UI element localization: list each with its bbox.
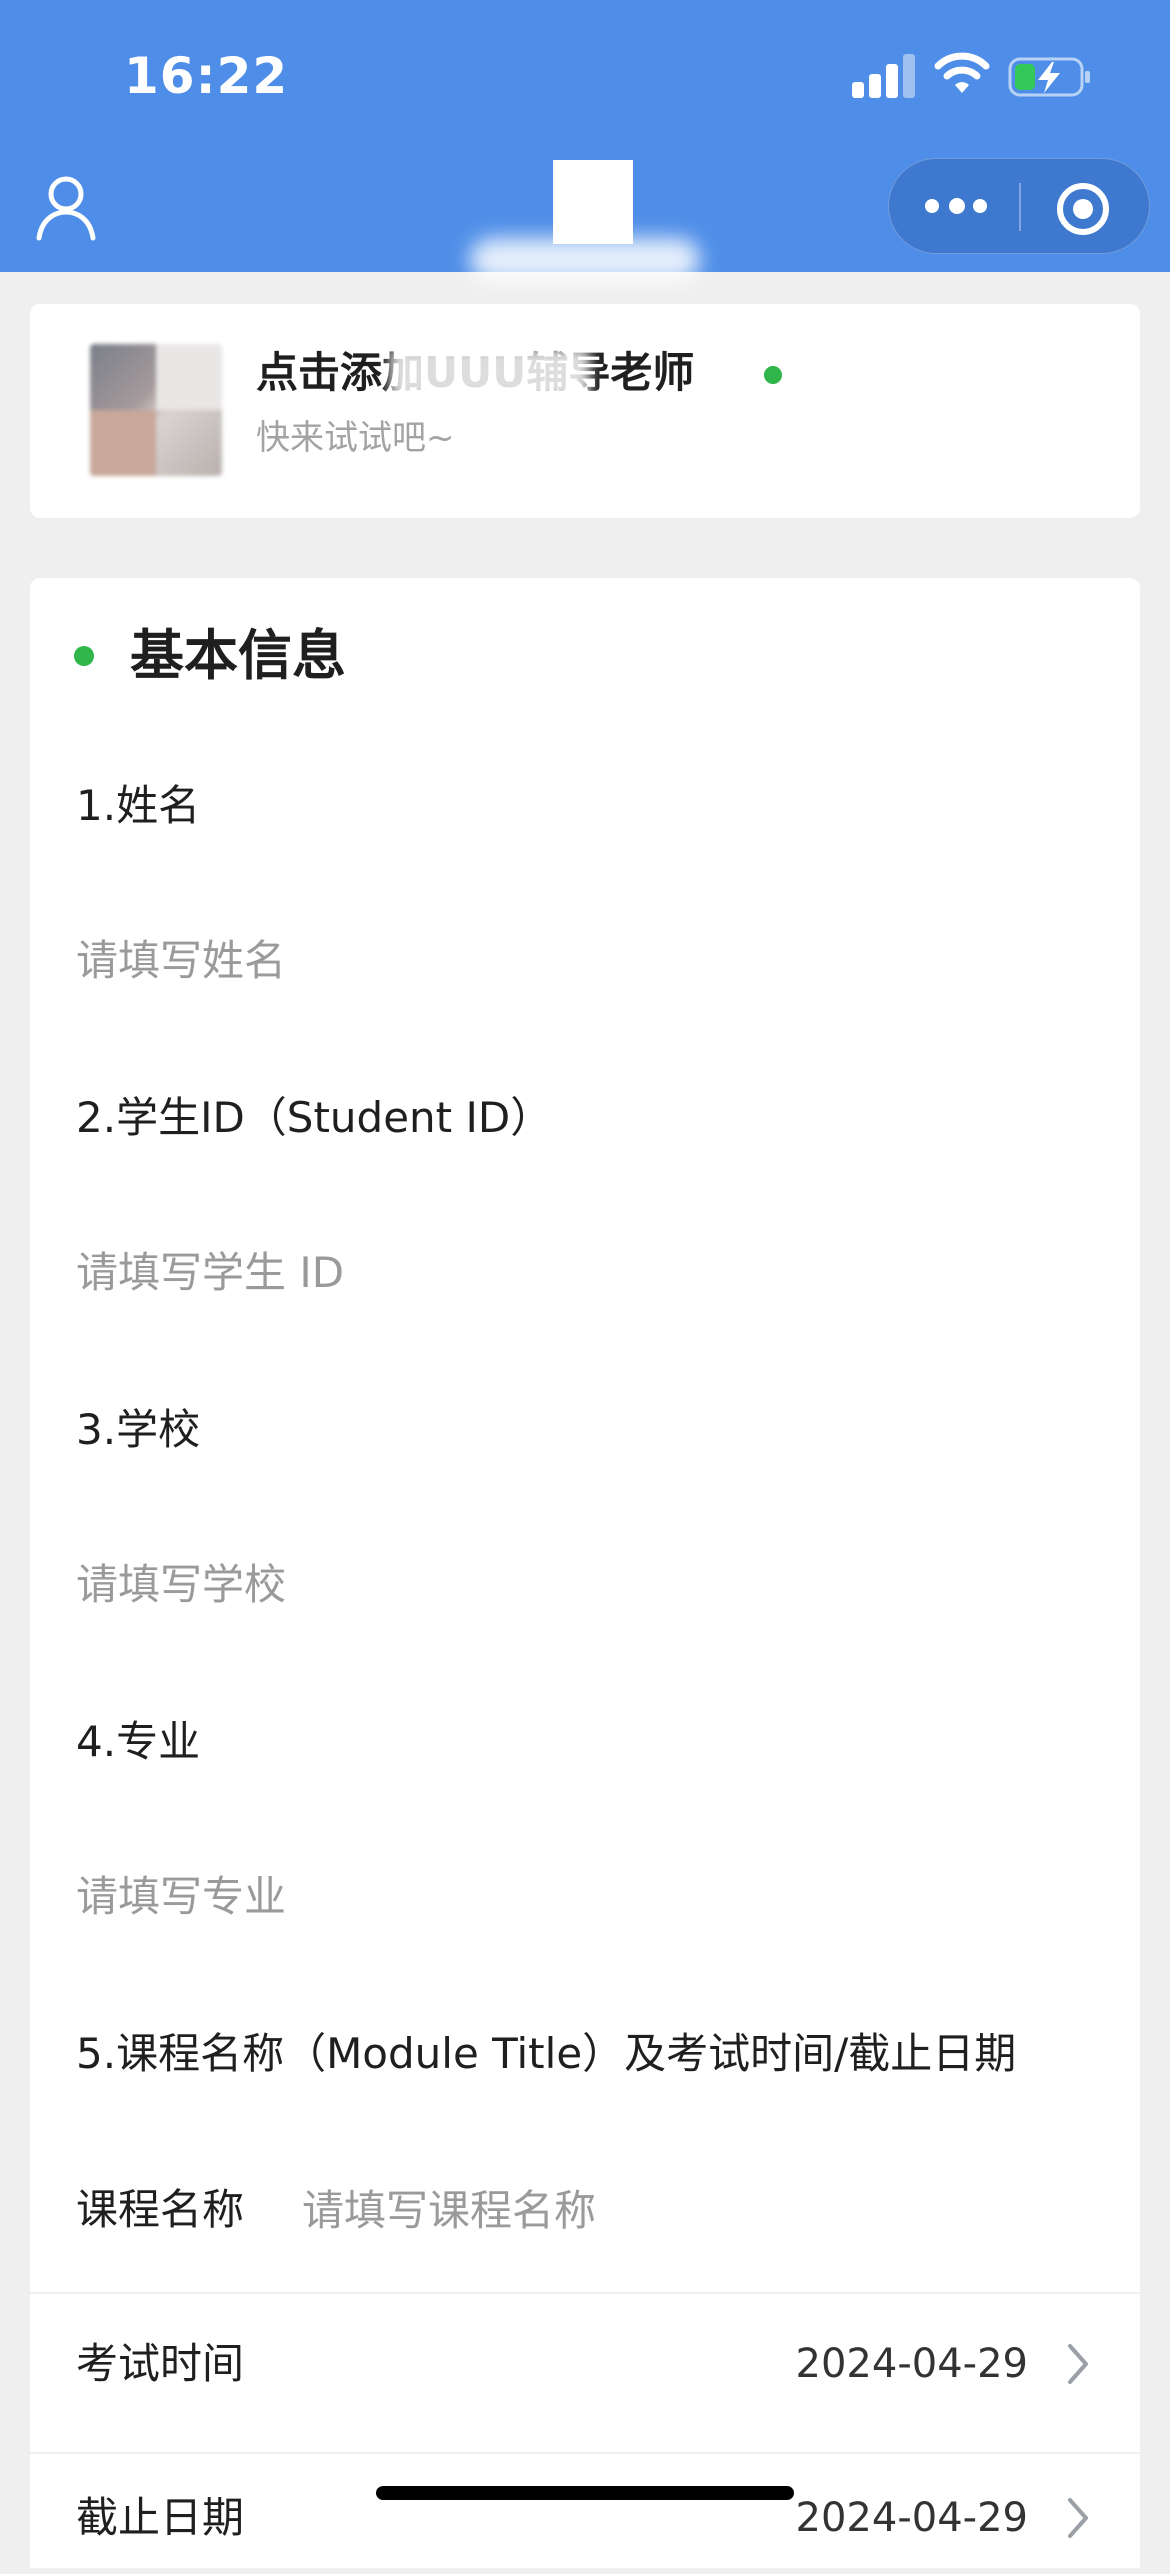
profile-icon[interactable] (34, 172, 98, 242)
online-status-dot (764, 366, 782, 384)
more-icon[interactable] (925, 191, 987, 221)
basic-info-form: 基本信息 1.姓名 2.学生ID（Student ID） 3.学校 4.专业 5… (30, 578, 1140, 2568)
target-icon[interactable] (1057, 183, 1109, 235)
wifi-icon (934, 52, 990, 93)
exam-time-value: 2024-04-29 (795, 2341, 1028, 2387)
question-label-major: 4.专业 (76, 1717, 201, 1766)
section-dot (74, 646, 94, 666)
page-title-placeholder (553, 160, 633, 244)
tutor-name-blur (390, 348, 590, 400)
deadline-label: 截止日期 (76, 2493, 245, 2542)
student-id-input[interactable] (76, 1240, 1086, 1304)
battery-charging-icon (1008, 57, 1090, 97)
title-blur (470, 238, 700, 282)
course-name-label: 课程名称 (76, 2185, 245, 2234)
question-label-school: 3.学校 (76, 1405, 201, 1454)
name-input[interactable] (76, 928, 1086, 992)
capsule-divider (1019, 183, 1021, 231)
course-name-input[interactable] (302, 2178, 1082, 2242)
home-indicator[interactable] (376, 2486, 794, 2500)
major-input[interactable] (76, 1864, 1086, 1928)
question-label-student-id: 2.学生ID（Student ID） (76, 1093, 553, 1142)
tutor-card[interactable]: 点击添加UUU辅导老师 快来试试吧~ (30, 304, 1140, 518)
chevron-right-icon (1068, 2498, 1088, 2538)
deadline-row[interactable]: 截止日期 2024-04-29 (30, 2454, 1140, 2574)
chevron-right-icon (1068, 2344, 1088, 2384)
avatar (90, 344, 222, 476)
exam-time-label: 考试时间 (76, 2339, 245, 2388)
status-time: 16:22 (124, 47, 289, 105)
top-bar: 16:22 (0, 0, 1170, 282)
mini-program-capsule (888, 158, 1150, 254)
school-input[interactable] (76, 1552, 1086, 1616)
question-label-name: 1.姓名 (76, 781, 201, 830)
section-title: 基本信息 (130, 624, 346, 687)
question-label-module: 5.课程名称（Module Title）及考试时间/截止日期 (76, 2029, 1017, 2078)
exam-time-row[interactable]: 考试时间 2024-04-29 (30, 2294, 1140, 2414)
deadline-value: 2024-04-29 (795, 2495, 1028, 2541)
signal-icon (852, 54, 916, 98)
tutor-subtitle: 快来试试吧~ (256, 418, 455, 458)
